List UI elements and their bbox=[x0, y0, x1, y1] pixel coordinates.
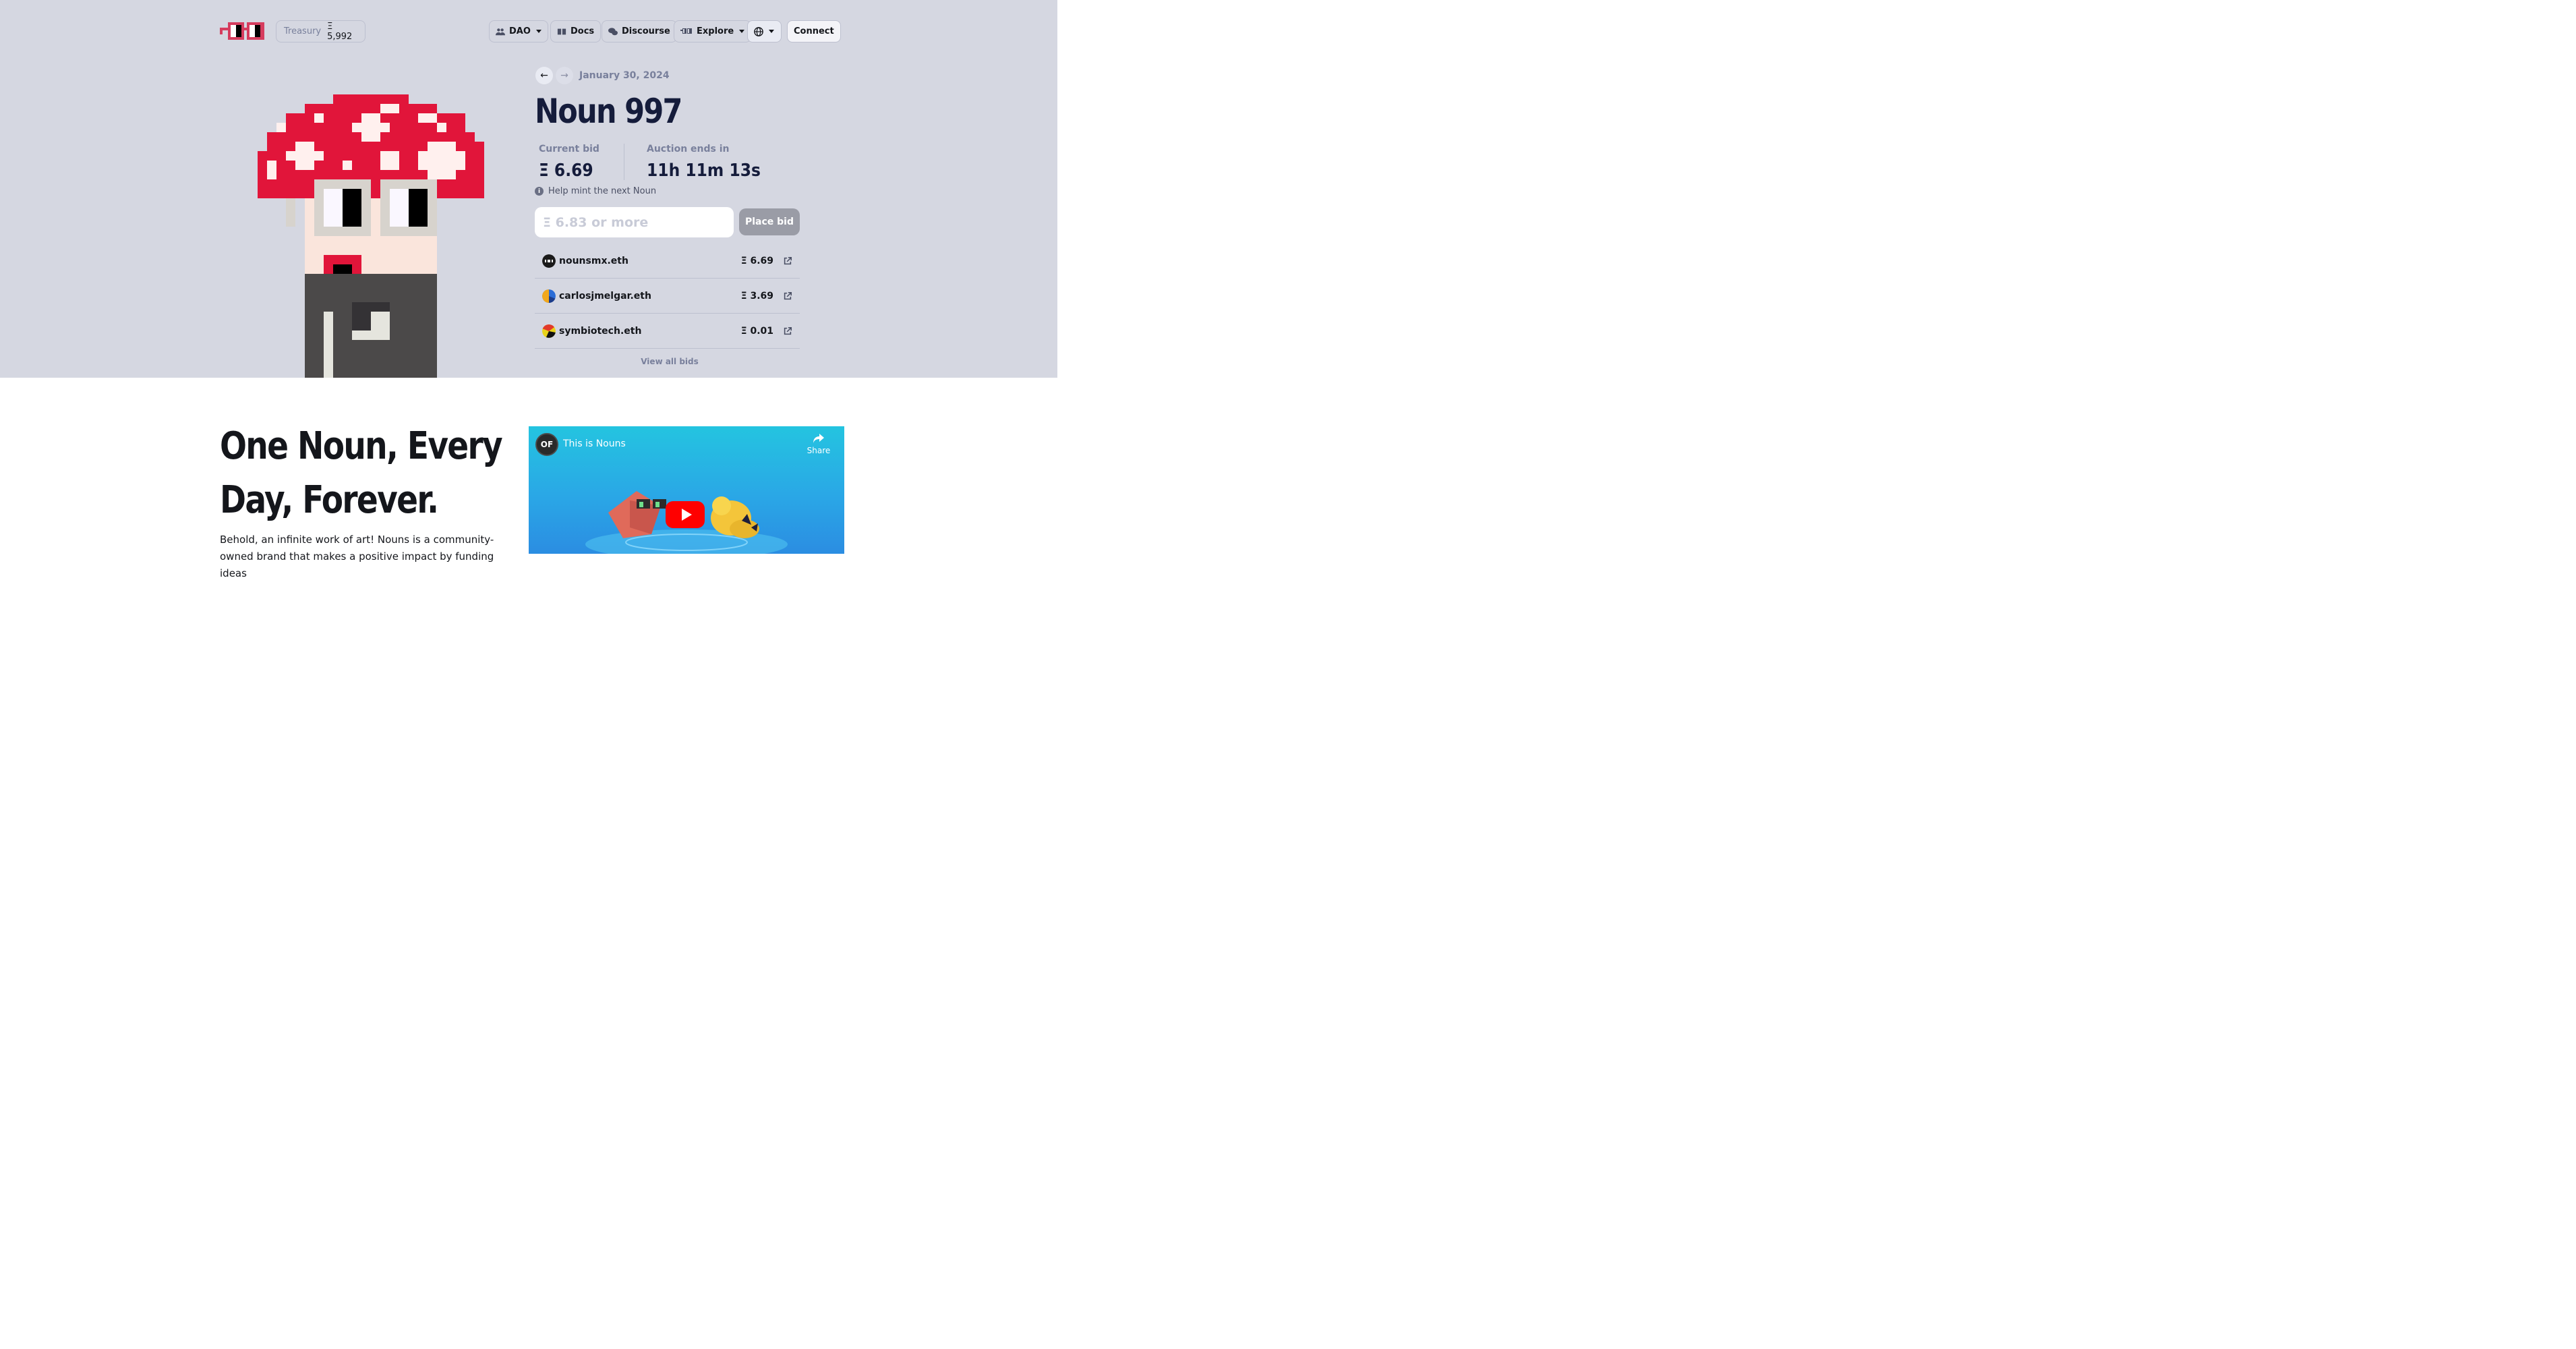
globe-icon bbox=[754, 26, 763, 36]
explore-label: Explore bbox=[697, 26, 734, 36]
people-icon bbox=[496, 28, 505, 35]
arrow-right-icon: → bbox=[560, 70, 568, 81]
noun-image bbox=[258, 94, 484, 378]
glasses-icon bbox=[680, 28, 692, 34]
view-all-bids-link[interactable]: View all bids bbox=[535, 357, 804, 366]
share-button[interactable]: Share bbox=[804, 433, 833, 455]
heading-line-2: Day, Forever. bbox=[220, 478, 439, 522]
discourse-button[interactable]: Discourse bbox=[602, 20, 677, 42]
external-link-icon[interactable] bbox=[783, 326, 792, 336]
bidder-avatar bbox=[542, 324, 556, 338]
previous-noun-button[interactable]: ← bbox=[535, 67, 553, 84]
bidder-address: symbiotech.eth bbox=[559, 325, 642, 337]
play-icon bbox=[681, 509, 692, 521]
auction-date: January 30, 2024 bbox=[579, 70, 670, 81]
docs-label: Docs bbox=[570, 26, 595, 36]
dao-menu-button[interactable]: DAO bbox=[489, 20, 548, 42]
auction-hero: Treasury Ξ 5,992 DAO Docs Discourse Expl… bbox=[0, 0, 1057, 378]
chevron-down-icon bbox=[769, 30, 774, 33]
chat-icon bbox=[608, 27, 618, 35]
current-bid-value: Ξ 6.69 bbox=[539, 161, 593, 181]
bid-row[interactable]: nounsmx.eth Ξ 6.69 bbox=[535, 243, 800, 279]
bid-amount-input[interactable] bbox=[535, 207, 734, 237]
video-title[interactable]: This is Nouns bbox=[563, 438, 626, 449]
treasury-label: Treasury bbox=[284, 26, 322, 36]
bid-amount: Ξ 0.01 bbox=[740, 325, 773, 337]
info-icon: i bbox=[535, 187, 544, 196]
discourse-label: Discourse bbox=[622, 26, 670, 36]
auction-countdown: 11h 11m 13s bbox=[647, 161, 761, 181]
current-bid-label: Current bid bbox=[539, 144, 599, 154]
dao-label: DAO bbox=[509, 26, 531, 36]
bidder-address: carlosjmelgar.eth bbox=[559, 290, 651, 302]
place-bid-button[interactable]: Place bid bbox=[739, 208, 800, 235]
book-icon bbox=[557, 28, 566, 34]
video-embed[interactable]: OF This is Nouns Share bbox=[529, 426, 844, 554]
next-noun-button[interactable]: → bbox=[556, 67, 573, 84]
connect-label: Connect bbox=[794, 26, 834, 36]
section-heading: One Noun, Every Day, Forever. bbox=[220, 420, 503, 527]
chevron-down-icon bbox=[739, 30, 745, 33]
connect-button[interactable]: Connect bbox=[787, 20, 841, 42]
youtube-play-button[interactable] bbox=[666, 501, 705, 528]
bid-row[interactable]: carlosjmelgar.eth Ξ 3.69 bbox=[535, 279, 800, 314]
share-label: Share bbox=[807, 446, 831, 455]
channel-avatar[interactable]: OF bbox=[535, 433, 558, 456]
bidder-avatar bbox=[542, 289, 556, 303]
bid-history-list: nounsmx.eth Ξ 6.69 carlosjmelgar.eth Ξ 3… bbox=[535, 243, 800, 349]
auction-ends-label: Auction ends in bbox=[647, 144, 730, 154]
external-link-icon[interactable] bbox=[783, 291, 792, 301]
bid-amount: Ξ 6.69 bbox=[740, 255, 773, 266]
nouns-logo[interactable] bbox=[220, 22, 264, 40]
external-link-icon[interactable] bbox=[783, 256, 792, 266]
share-icon bbox=[813, 434, 824, 443]
language-menu-button[interactable] bbox=[747, 20, 782, 42]
bid-row[interactable]: symbiotech.eth Ξ 0.01 bbox=[535, 314, 800, 349]
noun-title: Noun 997 bbox=[535, 92, 682, 131]
bidder-avatar bbox=[542, 254, 556, 268]
treasury-badge[interactable]: Treasury Ξ 5,992 bbox=[276, 20, 365, 42]
docs-button[interactable]: Docs bbox=[550, 20, 602, 42]
bidder-address: nounsmx.eth bbox=[559, 255, 628, 266]
bid-amount: Ξ 3.69 bbox=[740, 290, 773, 302]
chevron-down-icon bbox=[535, 30, 541, 33]
arrow-left-icon: ← bbox=[540, 70, 548, 81]
explore-menu-button[interactable]: Explore bbox=[674, 20, 752, 42]
help-mint-link[interactable]: i Help mint the next Noun bbox=[535, 186, 656, 196]
heading-line-1: One Noun, Every bbox=[220, 424, 503, 468]
help-mint-text: Help mint the next Noun bbox=[548, 186, 657, 196]
about-paragraph: Behold, an infinite work of art! Nouns i… bbox=[220, 534, 494, 579]
treasury-value: Ξ 5,992 bbox=[327, 21, 353, 42]
